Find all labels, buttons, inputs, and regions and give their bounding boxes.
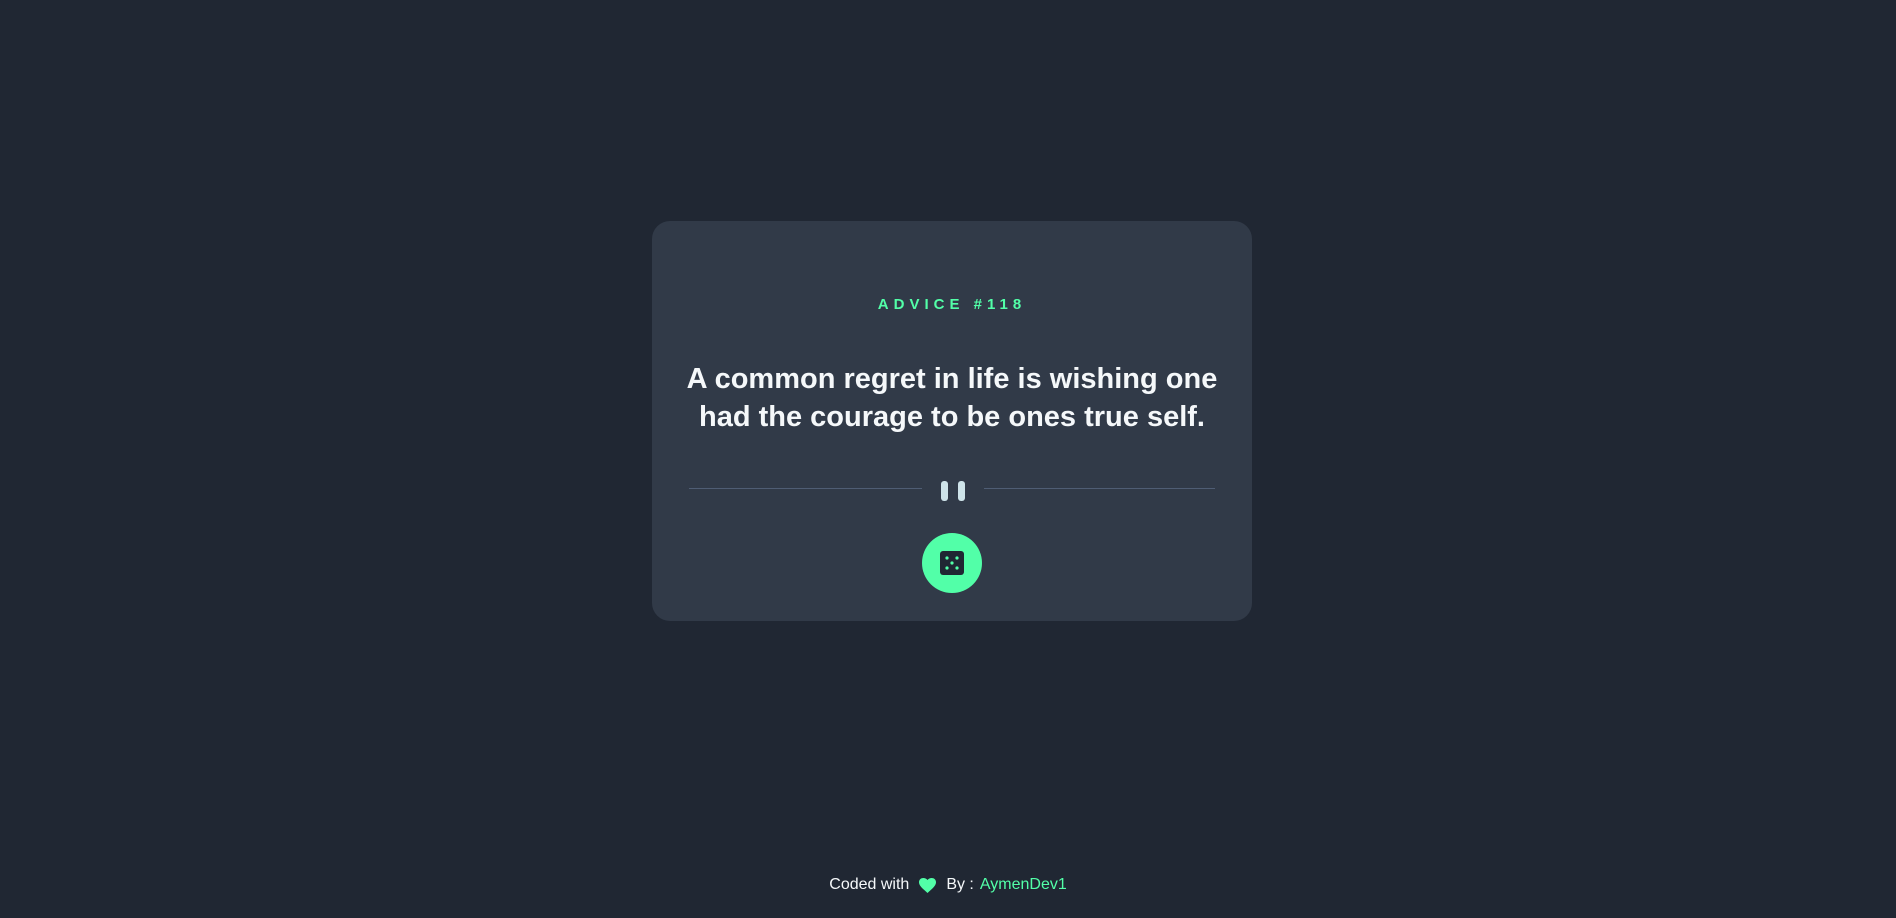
- page: ADVICE #118 A common regret in life is w…: [0, 0, 1896, 918]
- divider-line-right: [984, 488, 1215, 489]
- pause-bar-right: [958, 481, 965, 501]
- divider-line-left: [689, 488, 922, 489]
- footer-by-label: By :: [946, 876, 974, 893]
- heart-icon: [919, 877, 937, 893]
- pause-icon: [941, 481, 967, 501]
- pause-bar-left: [941, 481, 948, 501]
- footer: Coded with By : AymenDev1: [0, 874, 1896, 896]
- generate-advice-button[interactable]: [922, 533, 982, 593]
- footer-coded-with: Coded with: [829, 876, 910, 893]
- author-link[interactable]: AymenDev1: [980, 876, 1067, 894]
- advice-quote: A common regret in life is wishing one h…: [686, 363, 1218, 433]
- pattern-divider: [689, 481, 1215, 501]
- dice-icon: [940, 551, 964, 575]
- advice-id: ADVICE #118: [877, 296, 1027, 313]
- advice-card: ADVICE #118 A common regret in life is w…: [652, 221, 1252, 621]
